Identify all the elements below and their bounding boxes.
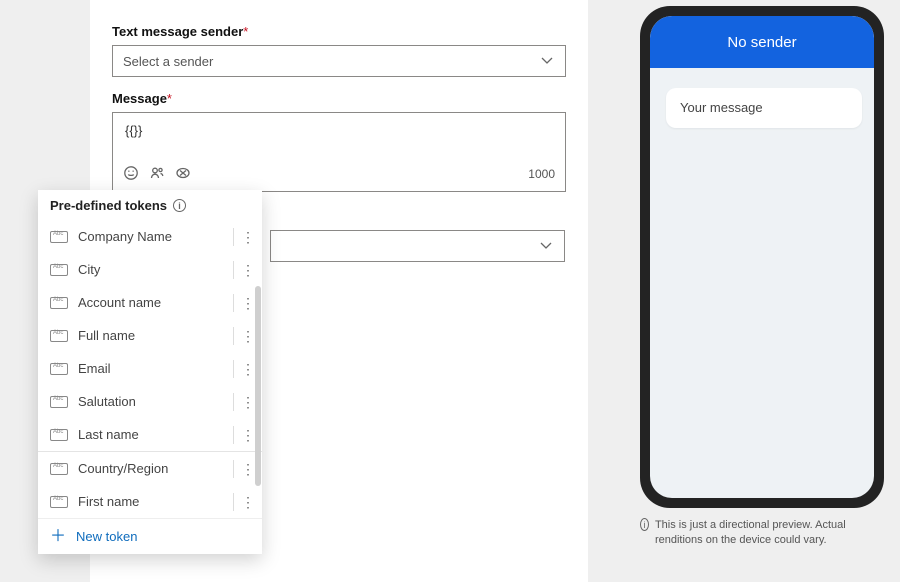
new-token-label: New token bbox=[76, 529, 137, 544]
sender-select-placeholder: Select a sender bbox=[123, 54, 213, 69]
more-icon[interactable]: ⋮ bbox=[240, 496, 256, 508]
more-icon[interactable]: ⋮ bbox=[240, 463, 256, 475]
token-item-account-name[interactable]: Account name ⋮ bbox=[38, 286, 262, 319]
more-icon[interactable]: ⋮ bbox=[240, 297, 256, 309]
sender-label: Text message sender* bbox=[112, 24, 566, 39]
text-field-icon bbox=[50, 264, 68, 276]
token-item-company-name[interactable]: Company Name ⋮ bbox=[38, 220, 262, 253]
preview-note: i This is just a directional preview. Ac… bbox=[640, 518, 886, 548]
token-item-country-region[interactable]: Country/Region ⋮ bbox=[38, 452, 262, 485]
info-icon: i bbox=[640, 518, 649, 531]
secondary-select[interactable] bbox=[270, 230, 565, 262]
message-box: {{}} 1000 bbox=[112, 112, 566, 192]
plus-icon: ＋ bbox=[50, 530, 66, 544]
message-input[interactable]: {{}} bbox=[113, 113, 565, 159]
message-toolbar: 1000 bbox=[113, 159, 565, 191]
text-field-icon bbox=[50, 297, 68, 309]
text-field-icon bbox=[50, 429, 68, 441]
token-item-full-name[interactable]: Full name ⋮ bbox=[38, 319, 262, 352]
message-bubble: Your message bbox=[666, 88, 862, 128]
phone-header: No sender bbox=[650, 16, 874, 68]
sender-select[interactable]: Select a sender bbox=[112, 45, 566, 77]
token-item-email[interactable]: Email ⋮ bbox=[38, 352, 262, 385]
token-list: Company Name ⋮ City ⋮ Account name ⋮ Ful… bbox=[38, 220, 262, 518]
info-icon[interactable]: i bbox=[173, 199, 186, 212]
token-item-city[interactable]: City ⋮ bbox=[38, 253, 262, 286]
token-item-salutation[interactable]: Salutation ⋮ bbox=[38, 385, 262, 418]
more-icon[interactable]: ⋮ bbox=[240, 396, 256, 408]
tokens-popup-title: Pre-defined tokens i bbox=[38, 190, 262, 220]
new-token-button[interactable]: ＋ New token bbox=[38, 518, 262, 554]
message-label: Message* bbox=[112, 91, 566, 106]
text-field-icon bbox=[50, 363, 68, 375]
phone-screen: No sender Your message bbox=[650, 16, 874, 498]
more-icon[interactable]: ⋮ bbox=[240, 363, 256, 375]
people-icon[interactable] bbox=[149, 165, 165, 184]
text-field-icon bbox=[50, 330, 68, 342]
more-icon[interactable]: ⋮ bbox=[240, 330, 256, 342]
more-icon[interactable]: ⋮ bbox=[240, 429, 256, 441]
text-field-icon bbox=[50, 396, 68, 408]
more-icon[interactable]: ⋮ bbox=[240, 264, 256, 276]
emoji-icon[interactable] bbox=[123, 165, 139, 184]
chevron-down-icon bbox=[539, 52, 555, 71]
char-count: 1000 bbox=[528, 167, 555, 181]
text-field-icon bbox=[50, 463, 68, 475]
text-field-icon bbox=[50, 496, 68, 508]
scrollbar[interactable] bbox=[255, 286, 261, 486]
text-field-icon bbox=[50, 231, 68, 243]
chevron-down-icon bbox=[538, 237, 554, 256]
more-icon[interactable]: ⋮ bbox=[240, 231, 256, 243]
tokens-popup: Pre-defined tokens i Company Name ⋮ City… bbox=[38, 190, 262, 554]
variable-icon[interactable] bbox=[175, 165, 191, 184]
token-item-last-name[interactable]: Last name ⋮ bbox=[38, 418, 262, 451]
phone-preview-frame: No sender Your message bbox=[640, 6, 884, 508]
token-item-first-name[interactable]: First name ⋮ bbox=[38, 485, 262, 518]
